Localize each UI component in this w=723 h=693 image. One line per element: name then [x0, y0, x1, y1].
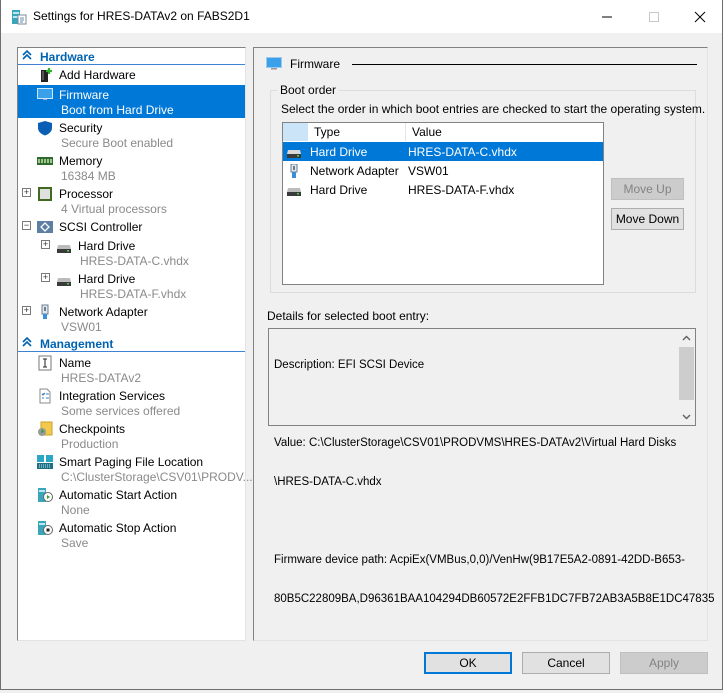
- expand-button[interactable]: +: [41, 240, 50, 249]
- sidebar-item-security[interactable]: Security Secure Boot enabled: [18, 118, 245, 151]
- chevron-down-icon: [682, 414, 691, 419]
- integration-services-icon: [39, 388, 51, 404]
- firmware-title: Firmware: [290, 57, 340, 71]
- network-adapter-icon: [41, 304, 49, 319]
- scsi-controller-icon: [37, 221, 53, 233]
- expand-button[interactable]: +: [41, 273, 50, 282]
- hard-drive-icon: [287, 188, 301, 196]
- add-hardware-icon: [41, 68, 52, 82]
- sidebar-item-firmware[interactable]: Firmware Boot from Hard Drive: [18, 85, 245, 118]
- details-label: Details for selected boot entry:: [267, 309, 430, 323]
- shield-icon: [38, 121, 52, 136]
- sidebar-item-name[interactable]: Name HRES-DATAv2: [18, 353, 245, 386]
- close-icon: [694, 11, 706, 22]
- auto-start-icon: [38, 488, 53, 502]
- move-down-button[interactable]: Move Down: [611, 208, 684, 230]
- boot-order-group: Boot order Select the order in which boo…: [270, 83, 705, 293]
- sidebar-item-hard-drive-f[interactable]: + Hard Drive HRES-DATA-F.vhdx: [18, 269, 245, 302]
- sidebar-item-memory[interactable]: Memory 16384 MB: [18, 151, 245, 184]
- settings-window: Settings for HRES-DATAv2 on FABS2D1 Hard…: [0, 0, 723, 690]
- collapse-button[interactable]: −: [22, 221, 31, 230]
- boot-order-label: Boot order: [277, 83, 340, 97]
- hard-drive-icon: [287, 150, 301, 158]
- smart-paging-icon: [37, 455, 53, 469]
- hard-drive-icon: [57, 245, 71, 253]
- firmware-icon: [37, 88, 53, 100]
- expand-button[interactable]: +: [22, 188, 31, 197]
- name-icon: [38, 355, 52, 371]
- vm-settings-icon: [12, 10, 27, 25]
- details-text: Description: EFI SCSI Device Value: C:\C…: [274, 359, 715, 605]
- maximize-button[interactable]: [631, 0, 677, 33]
- minimize-button[interactable]: [584, 0, 630, 33]
- expand-button[interactable]: +: [22, 306, 31, 315]
- auto-stop-icon: [38, 521, 53, 535]
- boot-entry-row[interactable]: Network Adapter VSW01: [283, 161, 603, 180]
- close-button[interactable]: [677, 0, 723, 33]
- sidebar-item-hard-drive-c[interactable]: + Hard Drive HRES-DATA-C.vhdx: [18, 236, 245, 269]
- sidebar-item-scsi-controller[interactable]: − SCSI Controller: [18, 217, 245, 235]
- boot-order-list[interactable]: Type Value Hard Drive HRES-DATA-C.vhdx N…: [282, 122, 604, 285]
- window-title: Settings for HRES-DATAv2 on FABS2D1: [33, 9, 250, 23]
- minimize-icon: [602, 16, 612, 17]
- chevron-up-icon: [682, 335, 691, 340]
- section-header-hardware[interactable]: Hardware: [18, 48, 245, 65]
- title-bar: Settings for HRES-DATAv2 on FABS2D1: [1, 0, 722, 33]
- header-corner: [283, 123, 308, 141]
- details-scrollbar[interactable]: [678, 329, 695, 425]
- hard-drive-icon: [57, 278, 71, 286]
- scroll-up-button[interactable]: [678, 329, 695, 346]
- ok-button[interactable]: OK: [424, 652, 512, 674]
- sidebar-item-network-adapter[interactable]: + Network Adapter VSW01: [18, 302, 245, 335]
- scroll-thumb[interactable]: [679, 347, 694, 400]
- column-separator[interactable]: [405, 123, 406, 141]
- apply-button[interactable]: Apply: [620, 652, 708, 674]
- firmware-panel: Firmware Boot order Select the order in …: [253, 47, 715, 641]
- move-up-button[interactable]: Move Up: [611, 178, 684, 200]
- scroll-down-button[interactable]: [678, 408, 695, 425]
- network-adapter-icon: [290, 164, 298, 178]
- sidebar-item-smart-paging[interactable]: Smart Paging File Location C:\ClusterSto…: [18, 452, 253, 485]
- sidebar-item-add-hardware[interactable]: Add Hardware: [18, 66, 245, 84]
- checkpoints-icon: [38, 421, 53, 436]
- collapse-chevron-icon: [22, 336, 32, 347]
- column-header-value[interactable]: Value: [412, 125, 442, 139]
- sidebar-item-auto-start[interactable]: Automatic Start Action None: [18, 485, 245, 518]
- boot-entry-row[interactable]: Hard Drive HRES-DATA-F.vhdx: [283, 180, 603, 199]
- section-header-management[interactable]: Management: [18, 335, 245, 352]
- collapse-chevron-icon: [22, 49, 32, 60]
- processor-icon: [38, 187, 52, 201]
- boot-order-instruction: Select the order in which boot entries a…: [281, 102, 706, 116]
- boot-entry-row[interactable]: Hard Drive HRES-DATA-C.vhdx: [283, 142, 603, 161]
- boot-list-header: Type Value: [283, 123, 603, 141]
- settings-tree: Hardware Add Hardware Firmware Boot from…: [17, 47, 253, 641]
- firmware-icon: [266, 57, 282, 70]
- sidebar-item-checkpoints[interactable]: Checkpoints Production: [18, 419, 245, 452]
- header-divider: [352, 64, 697, 65]
- sidebar-item-integration-services[interactable]: Integration Services Some services offer…: [18, 386, 245, 419]
- sidebar-item-processor[interactable]: + Processor 4 Virtual processors: [18, 184, 245, 217]
- maximize-icon: [649, 11, 659, 22]
- cancel-button[interactable]: Cancel: [522, 652, 610, 674]
- column-header-type[interactable]: Type: [314, 125, 340, 139]
- details-textbox[interactable]: Description: EFI SCSI Device Value: C:\C…: [268, 328, 715, 605]
- memory-icon: [37, 157, 53, 165]
- sidebar-item-auto-stop[interactable]: Automatic Stop Action Save: [18, 518, 245, 551]
